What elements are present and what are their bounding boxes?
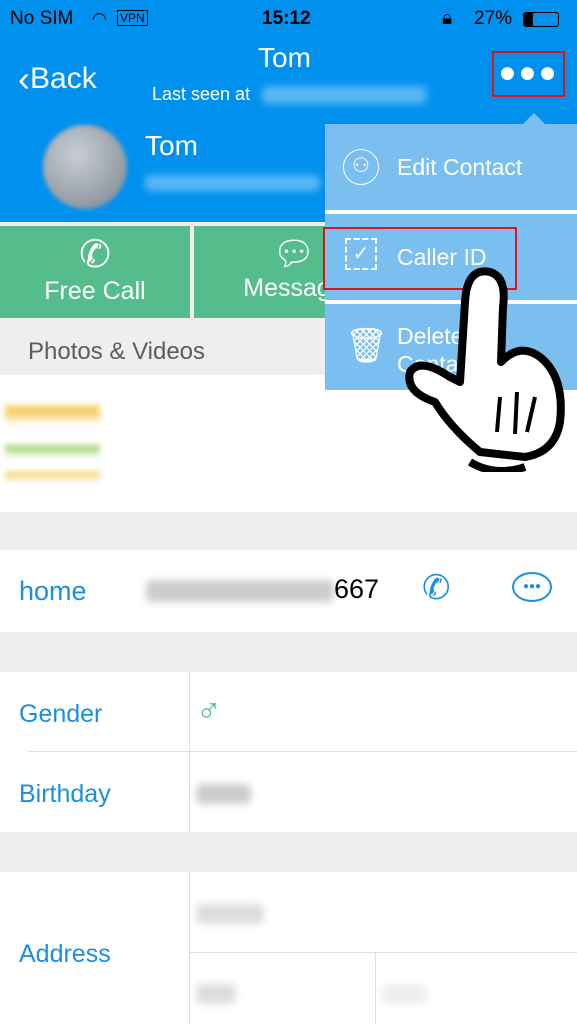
message-icon[interactable]: ●●● — [512, 572, 552, 602]
carrier: No SIM — [10, 8, 74, 29]
call-icon[interactable]: ✆ — [422, 568, 451, 608]
address-section: Address — [0, 872, 577, 1024]
country-value — [196, 904, 264, 924]
free-call-button[interactable]: ✆ Free Call — [0, 226, 190, 318]
chevron-left-icon: ‹ — [18, 58, 30, 99]
clock: 15:12 — [262, 8, 311, 29]
province-value — [196, 984, 236, 1004]
battery-icon — [523, 12, 559, 27]
menu-pointer — [523, 113, 545, 124]
birthday-label: Birthday — [19, 780, 111, 808]
last-seen-time — [262, 86, 427, 104]
phone-icon: ✆ — [79, 234, 111, 276]
phone-number: 667 — [334, 574, 380, 604]
ellipsis-icon: ●●● — [498, 56, 559, 89]
more-button[interactable]: ●●● — [492, 51, 565, 97]
last-seen: Last seen at — [152, 84, 251, 104]
photo-thumbnail[interactable] — [5, 405, 100, 500]
wifi-icon: ◠ — [92, 9, 107, 28]
back-label: Back — [30, 62, 97, 95]
menu-label: Edit Contact — [397, 154, 523, 180]
gender-label: Gender — [19, 700, 103, 728]
profile-name: Tom — [145, 130, 198, 161]
avatar[interactable] — [43, 125, 127, 209]
nav-title: Tom — [258, 42, 311, 73]
gender-icon: ♂︎ — [196, 692, 222, 730]
trash-icon: 🗑︎ — [345, 327, 389, 365]
vpn-badge: VPN — [117, 10, 148, 26]
pointing-hand-icon — [405, 267, 565, 472]
rotation-lock-icon: 🔒︎ — [442, 8, 453, 29]
phone-row: home 667 ✆ ●●● — [0, 550, 577, 632]
person-icon: ⚇ — [343, 149, 379, 185]
phone-number-blurred — [146, 580, 334, 602]
address-label: Address — [19, 940, 111, 968]
back-button[interactable]: ‹Back — [18, 58, 97, 100]
profile-id — [145, 175, 320, 191]
phone-label: home — [19, 576, 87, 606]
battery-percent: 27% — [474, 8, 513, 29]
free-call-label: Free Call — [44, 277, 146, 305]
city-value — [382, 984, 427, 1004]
menu-item-edit-contact[interactable]: ⚇ Edit Contact — [325, 124, 577, 210]
info-section: Gender ♂︎ Birthday — [0, 672, 577, 832]
photos-title: Photos & Videos — [28, 338, 206, 365]
birthday-value — [196, 784, 251, 804]
